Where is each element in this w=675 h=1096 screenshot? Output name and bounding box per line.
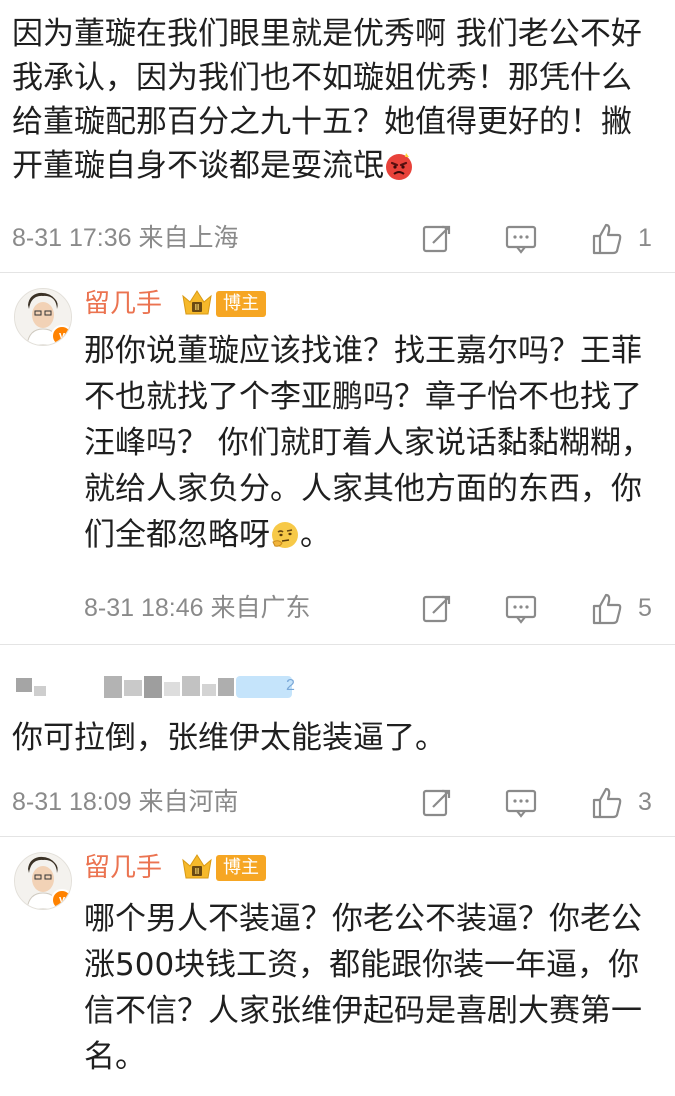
like-count: 5	[638, 594, 652, 622]
svg-text:II: II	[195, 867, 199, 876]
comment-icon[interactable]	[504, 222, 538, 256]
username[interactable]: 留几手	[84, 286, 162, 322]
like-count: 1	[638, 224, 652, 252]
comment-time: 8-31 17:36 来自上海	[12, 224, 239, 252]
comment-meta: 8-31 18:09 来自河南 3	[0, 782, 675, 822]
verified-badge: v	[51, 325, 71, 345]
share-icon[interactable]	[420, 222, 454, 256]
divider	[0, 272, 675, 273]
comment-text: 因为董璇在我们眼里就是优秀啊 我们老公不好我承认，因为我们也不如璇姐优秀！那凭什…	[12, 16, 642, 184]
comment-time: 8-31 18:09 来自河南	[12, 788, 239, 816]
thinking-face-icon	[272, 522, 298, 548]
comment-time: 8-31 18:46 来自广东	[84, 594, 311, 622]
crown-icon: II	[182, 290, 212, 315]
comment-meta: 8-31 17:36 来自上海 1	[0, 218, 675, 258]
comment-icon[interactable]	[504, 592, 538, 626]
user-level-badge: 2	[286, 677, 295, 694]
share-icon[interactable]	[420, 592, 454, 626]
share-icon[interactable]	[420, 786, 454, 820]
reply-text: 哪个男人不装逼？你老公不装逼？你老公涨500块钱工资，都能跟你装一年逼，你信不信…	[84, 901, 642, 1075]
username[interactable]: 留几手	[84, 850, 162, 886]
crown-icon: II	[182, 854, 212, 879]
blurred-username	[16, 676, 292, 698]
comment-1: 因为董璇在我们眼里就是优秀啊 我们老公不好我承认，因为我们也不如璇姐优秀！那凭什…	[12, 12, 662, 188]
comment-icon[interactable]	[504, 786, 538, 820]
svg-text:II: II	[195, 303, 199, 312]
divider	[0, 644, 675, 645]
blogger-badge: 博主	[216, 291, 266, 317]
like-icon[interactable]	[590, 786, 624, 820]
like-icon[interactable]	[590, 222, 624, 256]
like-count: 3	[638, 788, 652, 816]
reply-meta: 8-31 18:46 来自广东 5	[0, 588, 675, 628]
avatar[interactable]: v	[14, 288, 72, 346]
angry-face-icon	[386, 153, 412, 180]
divider	[0, 836, 675, 837]
verified-badge: v	[51, 889, 71, 909]
like-icon[interactable]	[590, 592, 624, 626]
reply-text: 那你说董璇应该找谁？找王嘉尔吗？王菲不也就找了个李亚鹏吗？章子怡不也找了汪峰吗？…	[84, 333, 652, 553]
avatar[interactable]: v	[14, 852, 72, 910]
comment-text: 你可拉倒，张维伊太能装逼了。	[12, 720, 446, 756]
blogger-badge: 博主	[216, 855, 266, 881]
